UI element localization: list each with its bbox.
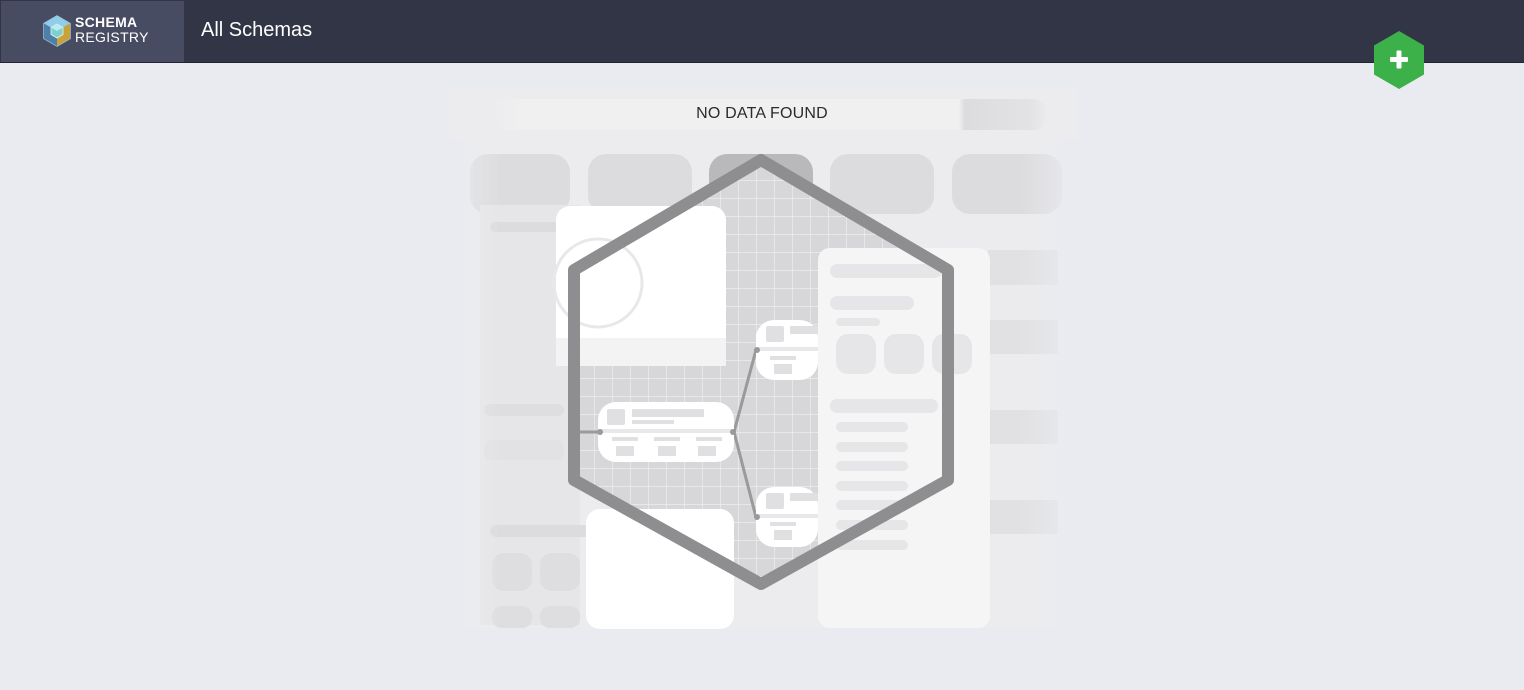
brand-line2: REGISTRY: [75, 29, 149, 45]
top-navbar: SCHEMA REGISTRY All Schemas: [0, 0, 1524, 63]
brand-text: SCHEMA REGISTRY: [75, 15, 149, 45]
page-title: All Schemas: [201, 19, 313, 41]
empty-state-illustration: [442, 88, 1082, 630]
brand-line1: SCHEMA: [75, 14, 138, 30]
add-schema-button[interactable]: [1372, 30, 1426, 90]
brand-logo[interactable]: SCHEMA REGISTRY: [1, 1, 184, 62]
no-data-message: NO DATA FOUND: [696, 105, 828, 122]
schema-registry-logo-icon: [43, 15, 71, 47]
